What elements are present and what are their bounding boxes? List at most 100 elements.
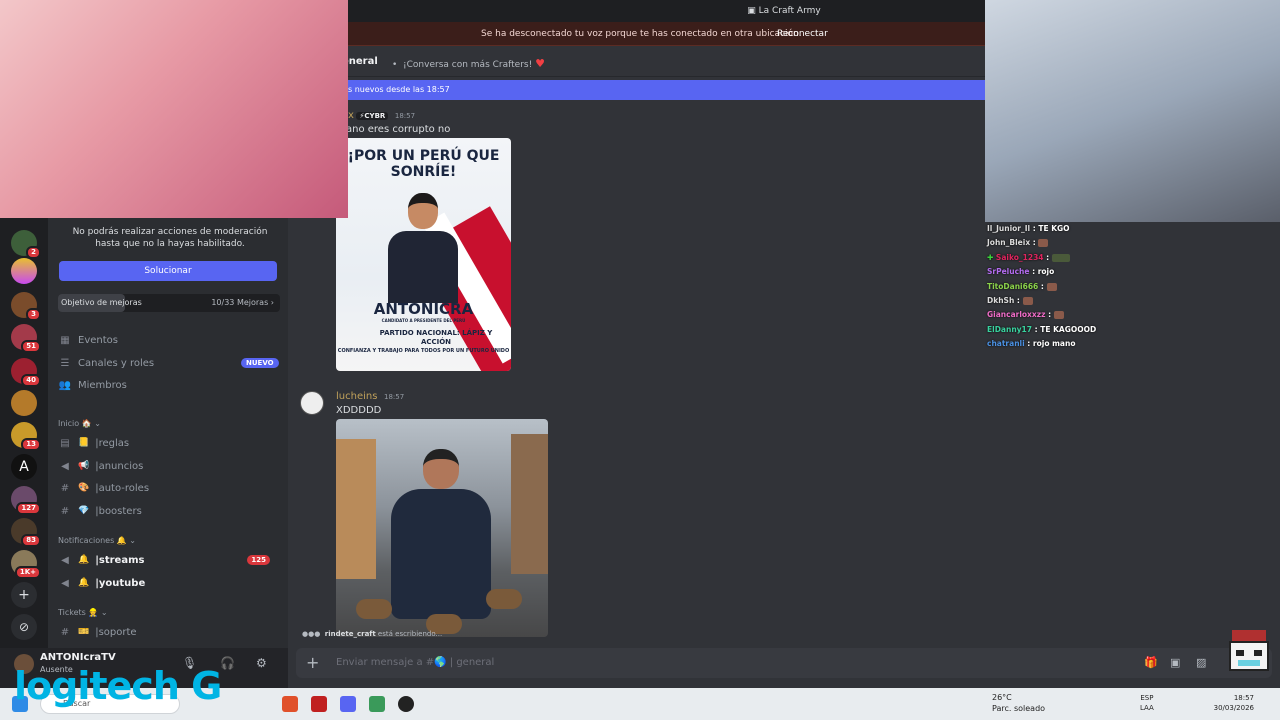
sidebar-item-members[interactable]: 👥 Miembros	[58, 375, 127, 395]
sticker-icon[interactable]: ▨	[1196, 656, 1206, 669]
stream-chat-line: ElDanny17 : TE KAGOOOD	[987, 324, 1097, 334]
channels-icon: ☰	[60, 357, 70, 369]
server-icon[interactable]: 40	[11, 358, 41, 387]
hash-icon: #	[60, 482, 70, 494]
discord-icon[interactable]	[340, 696, 356, 712]
megaphone-icon: ◀	[61, 554, 69, 566]
campaign-poster-image[interactable]: ¡POR UN PERÚ QUE SONRÍE! ANTONICRA CANDI…	[336, 138, 511, 371]
obs-icon[interactable]	[398, 696, 414, 712]
message-author[interactable]: lucheins	[336, 391, 377, 402]
webcam-right	[985, 0, 1280, 222]
typing-indicator: ●●● rindete_craft está escribiendo...	[302, 630, 443, 638]
gif-icon[interactable]: ▣	[1170, 656, 1180, 669]
channel-auto-roles[interactable]: # 🎨 | auto-roles	[58, 479, 280, 497]
weather-widget[interactable]: 26°C Parc. soleado	[992, 692, 1045, 714]
gear-icon[interactable]: ⚙	[256, 656, 267, 670]
gift-icon[interactable]: 🎁	[1144, 656, 1158, 669]
disconnect-message: Se ha desconectado tu voz porque te has …	[481, 29, 802, 39]
message-header: x ⚡CYBR 18:57	[348, 110, 415, 121]
brave-icon[interactable]	[282, 696, 298, 712]
rules-icon: ▤	[60, 437, 70, 449]
channel-anuncios[interactable]: ◀ 📢 | anuncios	[58, 457, 280, 475]
poster-subtitle: CANDIDATO A PRESIDENTE DEL PERÚ	[381, 318, 466, 323]
channel-boosters[interactable]: # 💎 | boosters	[58, 502, 280, 520]
emote-icon	[1051, 253, 1070, 262]
stream-chat-line: chatranli : rojo mano	[987, 339, 1076, 349]
webcam-left	[0, 0, 348, 218]
new-badge: NUEVO	[241, 358, 279, 368]
add-server-icon[interactable]: +	[11, 582, 37, 608]
app-icon[interactable]	[369, 696, 385, 712]
channel-youtube[interactable]: ◀ 🔔 | youtube	[58, 574, 280, 592]
channel-reglas[interactable]: ▤ 📒 | reglas	[58, 434, 280, 452]
sidebar-item-channels-roles[interactable]: ☰ Canales y roles	[58, 353, 155, 373]
logitech-logo: logitech G	[14, 664, 222, 708]
message-header: lucheins 18:57	[336, 391, 404, 402]
hash-icon: #	[60, 626, 70, 638]
stream-chat-line: Giancarloxxzz :	[987, 310, 1187, 324]
meme-photo[interactable]	[336, 419, 548, 637]
server-badge: 51	[21, 340, 41, 353]
emote-icon	[1022, 296, 1033, 305]
server-icon[interactable]: A	[11, 454, 37, 480]
emote-icon	[1038, 239, 1049, 248]
channel-streams[interactable]: ◀ 🔔 | streams 125	[58, 551, 280, 569]
server-badge: 40	[21, 374, 41, 387]
server-icon[interactable]: 3	[11, 292, 41, 321]
clock[interactable]: 18:57 30/03/2026	[1206, 693, 1254, 713]
channel-soporte[interactable]: # 🎫 | soporte	[58, 623, 280, 641]
server-icon[interactable]	[11, 390, 37, 416]
message-author[interactable]: x	[348, 110, 354, 121]
add-attachment-icon[interactable]: +	[306, 653, 319, 672]
server-icon[interactable]: 127	[11, 486, 41, 515]
category-inicio[interactable]: Inicio 🏠 ⌄	[58, 419, 101, 428]
channel-topic: • ¡Conversa con más Crafters! ♥	[392, 57, 545, 70]
avatar[interactable]	[300, 391, 324, 415]
server-icon[interactable]: 13	[11, 422, 41, 451]
message-time: 18:57	[394, 112, 416, 120]
sidebar-item-events[interactable]: ▦ Eventos	[58, 330, 118, 350]
message-input[interactable]: Enviar mensaje a #🌎 | general	[336, 657, 494, 668]
category-notificaciones[interactable]: Notificaciones 🔔 ⌄	[58, 536, 136, 545]
goal-progress: 10/33 Mejoras ›	[211, 298, 274, 307]
discover-icon[interactable]: ⊘	[11, 614, 37, 640]
new-messages-bar[interactable]: s nuevos desde las 18:57	[288, 80, 985, 100]
server-badge: 1K+	[14, 566, 41, 579]
headphones-icon[interactable]: 🎧	[220, 656, 235, 670]
stream-chat-line: John_Bleix :	[987, 238, 1187, 252]
stream-chat-line: Il_Junior_Il : TE KGO	[987, 224, 1070, 233]
server-icon[interactable]: 2	[11, 230, 41, 259]
calendar-icon: ▦	[60, 334, 70, 346]
category-tickets[interactable]: Tickets 👷 ⌄	[58, 608, 108, 617]
message-text: XDDDDD	[336, 405, 382, 416]
reconnect-button[interactable]: Reconectar	[777, 22, 828, 46]
members-icon: 👥	[58, 379, 72, 391]
hash-icon: #	[60, 505, 70, 517]
server-icon[interactable]: 51	[11, 324, 41, 353]
message-composer[interactable]: + Enviar mensaje a #🌎 | general 🎁 ▣ ▨	[296, 648, 1272, 678]
stream-chat-line: ✚ Saiko_1234 :	[987, 253, 1187, 267]
screen: 2 3 51 40 13 A 127 83 1K+ + ⊘ No podrás …	[0, 0, 1280, 720]
heart-icon: ♥	[535, 57, 545, 70]
megaphone-icon: ◀	[61, 460, 69, 472]
server-badge: 13	[21, 438, 41, 451]
emote-icon	[1046, 282, 1057, 291]
emote-icon	[1053, 311, 1064, 320]
server-icon[interactable]	[11, 258, 37, 284]
poster-name: ANTONICRA	[373, 300, 474, 318]
server-icon[interactable]: 83	[11, 518, 41, 547]
app-icon[interactable]	[311, 696, 327, 712]
user-tag: ⚡CYBR	[356, 112, 389, 120]
candidate-figure	[388, 193, 458, 303]
server-icon[interactable]: 1K+	[11, 550, 41, 579]
server-badge: 83	[21, 534, 41, 547]
solve-button[interactable]: Solucionar	[59, 261, 277, 281]
stream-chat-line: TitoDani666 :	[987, 282, 1187, 296]
stream-chat-overlay: Il_Junior_Il : TE KGO John_Bleix : ✚ Sai…	[987, 224, 1187, 354]
moderation-note: No podrás realizar acciones de moderació…	[72, 227, 268, 249]
server-badge: 3	[26, 308, 41, 321]
goal-label: Objetivo de mejoras	[61, 298, 142, 307]
language-indicator[interactable]: ESP LAA	[1140, 693, 1154, 713]
message-text: ano eres corrupto no	[346, 124, 451, 135]
boost-goal-bar[interactable]: Objetivo de mejoras 10/33 Mejoras ›	[58, 294, 280, 312]
